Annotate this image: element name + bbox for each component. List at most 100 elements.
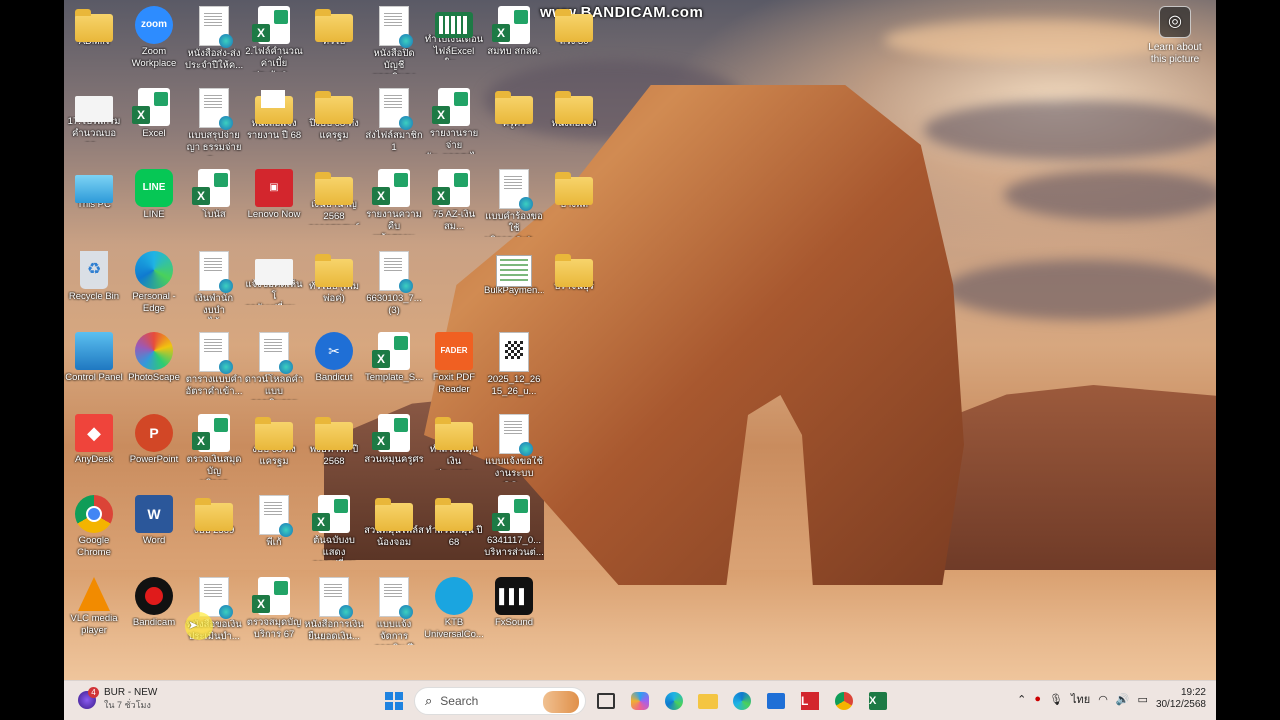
desktop-icon[interactable]: เงินบำนาญ 2568 กาารสุดสุนย์ [304,167,364,247]
edge-icon [135,250,173,289]
desktop-icon[interactable]: W Word [124,493,184,573]
desktop-icon[interactable]: Template_S... [364,330,424,410]
desktop-icon[interactable]: แบบสรุปจ่าย ญา ธรรมจ่ายต... [184,86,244,166]
clock[interactable]: 19:22 30/12/2568 [1156,687,1206,711]
record-icon[interactable]: ● [1034,693,1041,705]
edge-taskbar-button[interactable] [660,687,688,715]
desktop-icon[interactable]: ตรวจเงินสมุดบัญ บริการ [184,412,244,492]
desktop-icon[interactable]: พงษ์ทำให้ ปี 2568 [304,412,364,492]
desktop-icon[interactable]: FADER Foxit PDF Reader [424,330,484,410]
desktop-icon[interactable]: ปราจีนบุรี [544,249,604,329]
desktop-icon[interactable]: P PowerPoint [124,412,184,492]
excel-icon [492,6,530,44]
desktop-icon[interactable]: ทั่วไปบ (เพิ่ม พ่อค่) [304,249,364,329]
desktop-icon[interactable]: ปีงบปี 68 ทั้ง แครฐม [304,86,364,166]
folder-icon [195,498,233,531]
file-explorer-button[interactable] [694,687,722,715]
desktop-icon[interactable]: เงินพำนักงบบำ ได้ [184,249,244,329]
desktop-icon[interactable]: Bandicam [124,575,184,655]
ps-icon [135,332,173,370]
start-button[interactable] [380,687,408,715]
desktop-icon[interactable]: ดาวน์โหลดคำ แบบ การเงินรายปี... [244,330,304,410]
desktop-icon[interactable]: หนังสือส่ง-ส่ง ประจำปีให้ค... [184,4,244,84]
desktop-icon[interactable]: แบบคำร้องขอใช้ บริการ-Soft-... [484,167,544,247]
desktop-icon[interactable]: รายงานรายจ่าย คัน_ยอดสงไ... [424,86,484,166]
desktop-icon[interactable]: งบปี 68 ทั้ง แครฐม [244,412,304,492]
desktop-icon[interactable]: ◆ AnyDesk [64,412,124,492]
desktop-icon[interactable]: Google Chrome [64,493,124,573]
desktop-icon[interactable]: โบนัส [184,167,244,247]
desktop-icon[interactable]: ทำใบเงินเดือน ไฟล์Excel ใน... [424,4,484,84]
excel-button[interactable]: X [864,687,892,715]
folder-icon [555,253,593,287]
desktop-icon[interactable]: ปางพลิ [544,167,604,247]
desktop-icon[interactable]: ล่วง 30 [544,4,604,84]
news-widget[interactable]: 4 BUR - NEW ใน 7 ชั่วโมง [78,686,157,712]
desktop-icon[interactable]: แบบแจ้งขอใช้ งานระบบ GC... [484,412,544,492]
excel-icon [192,413,230,452]
camera-icon: ◎ [1159,6,1191,38]
desktop-icon[interactable]: zoom Zoom Workplace [124,4,184,84]
desktop-icon[interactable]: ทำสวนหมุน ปี 68 [424,493,484,573]
desktop-icon[interactable]: VLC media player [64,575,124,655]
desktop-icon[interactable]: PhotoScape [124,330,184,410]
desktop-icon[interactable]: 6630103_7... (3) [364,249,424,329]
desktop-icon[interactable]: แบบแจ้งจัดการ การเงิน ปี 2568 [364,575,424,655]
edge-browser-button[interactable] [728,687,756,715]
chevron-up-icon[interactable]: ⌃ [1017,693,1026,706]
search-box[interactable]: ⌕ Search [414,687,586,715]
mouse-pointer-icon: ➤ [188,618,199,632]
desktop-icon[interactable]: BulkPaymen... [484,249,544,329]
desktop-icon[interactable]: 2.ไฟล์คำนวณ ค่าเบี้ยประกัน2... [244,4,304,84]
microphone-icon[interactable]: 🎙 [1049,693,1063,706]
volume-icon[interactable]: 🔊 [1116,693,1130,706]
battery-icon[interactable]: ▭ [1138,693,1148,706]
desktop-icon-label: แบบคำร้องขอใช้ บริการ-Soft-... [485,211,543,237]
desktop-icon[interactable]: แจ้งข้อคิดเห็นโ รกลับเปลี่ยน... [244,249,304,329]
desktop-icon[interactable]: LINE LINE [124,167,184,247]
desktop-icon-label: Excel [142,127,166,139]
desktop-icon[interactable]: สมทบ สกสค. [484,4,544,84]
desktop-icon[interactable]: ทำสวนหมุนเงิน ประมาณ 2568 [424,412,484,492]
desktop-icon[interactable]: Excel [124,86,184,166]
desktop-icon[interactable]: Control Panel [64,330,124,410]
desktop-icon[interactable]: 75 AZ-เงินสม... [424,167,484,247]
desktop-icon[interactable]: ส่งไฟล์สมาชิก 1 [364,86,424,166]
desktop-icon[interactable]: ♻ Recycle Bin [64,249,124,329]
desktop[interactable]: www.BANDICAM.com ◎ Learn about this pict… [64,0,1216,720]
desktop-icon[interactable]: ทั่วไป [304,4,364,84]
desktop-icon[interactable]: 2025_12_26 15_26_u... [484,330,544,410]
desktop-icon[interactable]: ตารางแบบคำ อัตราคำเข้า... [184,330,244,410]
desktop-icon[interactable]: Personal - Edge [124,249,184,329]
desktop-icon[interactable]: ครูศร [484,86,544,166]
language-indicator[interactable]: ไทย [1071,690,1090,708]
desktop-icon[interactable]: สวนหมุนไฟล์ส น้องจอม [364,493,424,573]
desktop-icon[interactable]: ตรวจสมุดบัญ บริการ 67 [244,575,304,655]
desktop-icon[interactable]: หนังสือแจ้ง [544,86,604,166]
desktop-icon[interactable]: ADMIN [64,4,124,84]
desktop-icon[interactable]: หนังสือปิดบัญชี ยอดเงินคงเหลือ [364,4,424,84]
chrome-button[interactable] [830,687,858,715]
store-button[interactable] [762,687,790,715]
desktop-icon[interactable]: 17.โปรแกรม คำนวณบอกร... [64,86,124,166]
desktop-icon[interactable]: งบปี 2569 [184,493,244,573]
white-icon [75,95,113,122]
desktop-icon[interactable]: ▌▌▌ FxSound [484,575,544,655]
desktop-icon[interactable]: พี่เก้ [244,493,304,573]
desktop-icon[interactable]: ต้นฉบับงบแสดง การเปลี่ยนแป... [304,493,364,573]
desktop-icon[interactable]: KTB UniversalCo... [424,575,484,655]
wifi-icon[interactable]: ◠ [1098,693,1108,706]
copilot-button[interactable] [626,687,654,715]
desktop-icon[interactable]: หนังสือการเงิน ยืนยอดเงิน... [304,575,364,655]
desktop-icon[interactable]: รายงานความคืบ หน้าสถานบริ... [364,167,424,247]
learn-about-picture[interactable]: ◎ Learn about this picture [1134,6,1216,66]
desktop-icon[interactable]: This PC [64,167,124,247]
lenovo-button[interactable]: L [796,687,824,715]
desktop-icon[interactable]: สวนหมุนครูศร [364,412,424,492]
desktop-icon[interactable]: หนังสือแจ้ง รายงาน ปี 68 [244,86,304,166]
desktop-icon-label: สวนหมุนครูศร [364,453,424,465]
desktop-icon[interactable]: 6341117_0... บริหารส่วนต่... [484,493,544,573]
desktop-icon[interactable]: ▣ Lenovo Now [244,167,304,247]
task-view-button[interactable] [592,687,620,715]
desktop-icon[interactable]: ✂ Bandicut [304,330,364,410]
